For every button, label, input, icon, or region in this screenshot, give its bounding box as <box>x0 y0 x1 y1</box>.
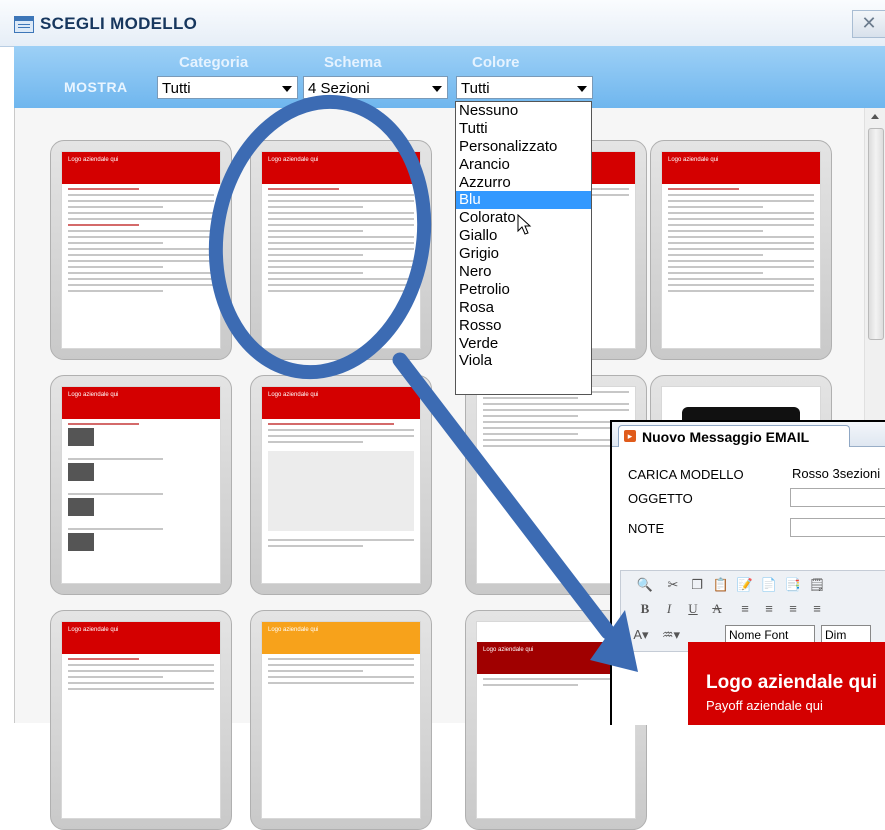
oggetto-label: OGGETTO <box>628 491 693 506</box>
colore-option[interactable]: Rosa <box>456 299 591 317</box>
colore-dropdown-list[interactable]: Nessuno Tutti Personalizzato Arancio Azz… <box>455 101 592 395</box>
colore-label: Colore <box>472 54 520 71</box>
template-header: Logo aziendale qui <box>662 152 820 184</box>
colore-value: Tutti <box>461 80 490 97</box>
colore-option[interactable]: Nero <box>456 263 591 281</box>
schema-select[interactable]: 4 Sezioni <box>303 76 448 99</box>
font-select[interactable]: Nome Font <box>725 625 815 643</box>
colore-option[interactable]: Viola <box>456 352 591 370</box>
email-window-title: Nuovo Messaggio EMAIL <box>642 429 810 445</box>
size-select-value: Dim <box>825 628 847 642</box>
find-icon[interactable]: 🔍 <box>635 575 655 595</box>
colore-option[interactable]: Tutti <box>456 120 591 138</box>
paste-text-icon[interactable]: 📝 <box>735 575 755 595</box>
bold-icon[interactable]: B <box>635 599 655 619</box>
close-button[interactable]: ✕ <box>852 10 885 38</box>
scroll-up-icon[interactable] <box>871 114 879 119</box>
banner-subtitle: Payoff aziendale qui <box>706 698 823 713</box>
cut-icon[interactable]: ✂ <box>663 575 683 595</box>
size-select[interactable]: Dim <box>821 625 871 643</box>
note-label: NOTE <box>628 521 665 536</box>
template-header: Logo aziendale qui <box>62 622 220 654</box>
colore-option[interactable]: Rosso <box>456 317 591 335</box>
paste-icon[interactable]: 📋 <box>711 575 731 595</box>
window-title: SCEGLI MODELLO <box>40 14 198 33</box>
colore-option[interactable]: Verde <box>456 335 591 353</box>
colore-select[interactable]: Tutti <box>456 76 593 99</box>
template-card[interactable]: Logo aziendale qui <box>250 140 432 360</box>
paste-word-icon[interactable]: 📄 <box>759 575 779 595</box>
copy-icon[interactable]: ❐ <box>687 575 707 595</box>
email-tab[interactable]: ▸ Nuovo Messaggio EMAIL <box>618 425 850 447</box>
scrollbar-thumb[interactable] <box>868 128 884 340</box>
template-header: Logo aziendale qui <box>262 387 420 419</box>
colore-option[interactable]: Personalizzato <box>456 138 591 156</box>
banner-title: Logo aziendale qui <box>706 672 878 693</box>
colore-option[interactable]: Arancio <box>456 156 591 174</box>
chevron-down-icon <box>282 86 292 92</box>
schema-value: 4 Sezioni <box>308 80 370 97</box>
template-card[interactable]: Logo aziendale qui <box>250 375 432 595</box>
clipboard-icon[interactable]: 📑 <box>783 575 803 595</box>
colore-option[interactable]: Azzurro <box>456 174 591 192</box>
template-header: Logo aziendale qui <box>62 152 220 184</box>
oggetto-row: OGGETTO <box>612 484 885 512</box>
template-header: Logo aziendale qui <box>262 622 420 654</box>
highlight-color-icon[interactable]: ♒▾ <box>661 625 681 645</box>
strikethrough-icon[interactable]: A <box>707 599 727 619</box>
template-card[interactable]: Logo aziendale qui <box>650 140 832 360</box>
filter-bar: Categoria Schema Colore MOSTRA Tutti 4 S… <box>14 46 885 108</box>
note-row: NOTE <box>612 514 885 542</box>
paste-special-icon[interactable]: 🗒 <box>807 575 827 595</box>
email-editor-window: ▸ Nuovo Messaggio EMAIL CARICA MODELLO R… <box>610 420 885 725</box>
schema-label: Schema <box>324 54 382 71</box>
window-titlebar: SCEGLI MODELLO ✕ <box>0 0 885 47</box>
colore-option-highlighted[interactable]: Blu <box>456 191 591 210</box>
italic-icon[interactable]: I <box>659 599 679 619</box>
carica-modello-label: CARICA MODELLO <box>628 467 744 482</box>
colore-option[interactable]: Grigio <box>456 245 591 263</box>
mostra-label: MOSTRA <box>64 79 128 95</box>
carica-modello-value[interactable]: Rosso 3sezioni <box>790 464 885 483</box>
template-card[interactable]: Logo aziendale qui <box>50 375 232 595</box>
font-select-value: Nome Font <box>729 628 789 642</box>
categoria-value: Tutti <box>162 80 191 97</box>
colore-option[interactable]: Petrolio <box>456 281 591 299</box>
align-left-icon[interactable]: ≡ <box>735 599 755 619</box>
template-card[interactable]: Logo aziendale qui <box>50 610 232 830</box>
chevron-down-icon <box>432 86 442 92</box>
editor-toolbar: 🔍 ✂ ❐ 📋 📝 📄 📑 🗒 B I U A ≡ ≡ ≡ ≡ A▾ ♒▾ No… <box>620 570 885 652</box>
categoria-select[interactable]: Tutti <box>157 76 298 99</box>
email-icon: ▸ <box>624 430 636 442</box>
chevron-down-icon <box>577 86 587 92</box>
colore-option[interactable]: Nessuno <box>456 102 591 120</box>
oggetto-input[interactable] <box>790 488 885 507</box>
template-icon <box>14 16 34 33</box>
template-header: Logo aziendale qui <box>62 387 220 419</box>
align-right-icon[interactable]: ≡ <box>783 599 803 619</box>
underline-icon[interactable]: U <box>683 599 703 619</box>
note-input[interactable] <box>790 518 885 537</box>
template-header: Logo aziendale qui <box>262 152 420 184</box>
categoria-label: Categoria <box>179 54 249 71</box>
align-center-icon[interactable]: ≡ <box>759 599 779 619</box>
email-tabbar: ▸ Nuovo Messaggio EMAIL <box>612 422 885 447</box>
template-card[interactable]: Logo aziendale qui <box>50 140 232 360</box>
template-card[interactable]: Logo aziendale qui <box>250 610 432 830</box>
email-banner: Logo aziendale qui Payoff aziendale qui <box>688 642 885 725</box>
justify-icon[interactable]: ≡ <box>807 599 827 619</box>
mouse-cursor-icon <box>517 214 532 235</box>
text-color-icon[interactable]: A▾ <box>631 625 651 645</box>
